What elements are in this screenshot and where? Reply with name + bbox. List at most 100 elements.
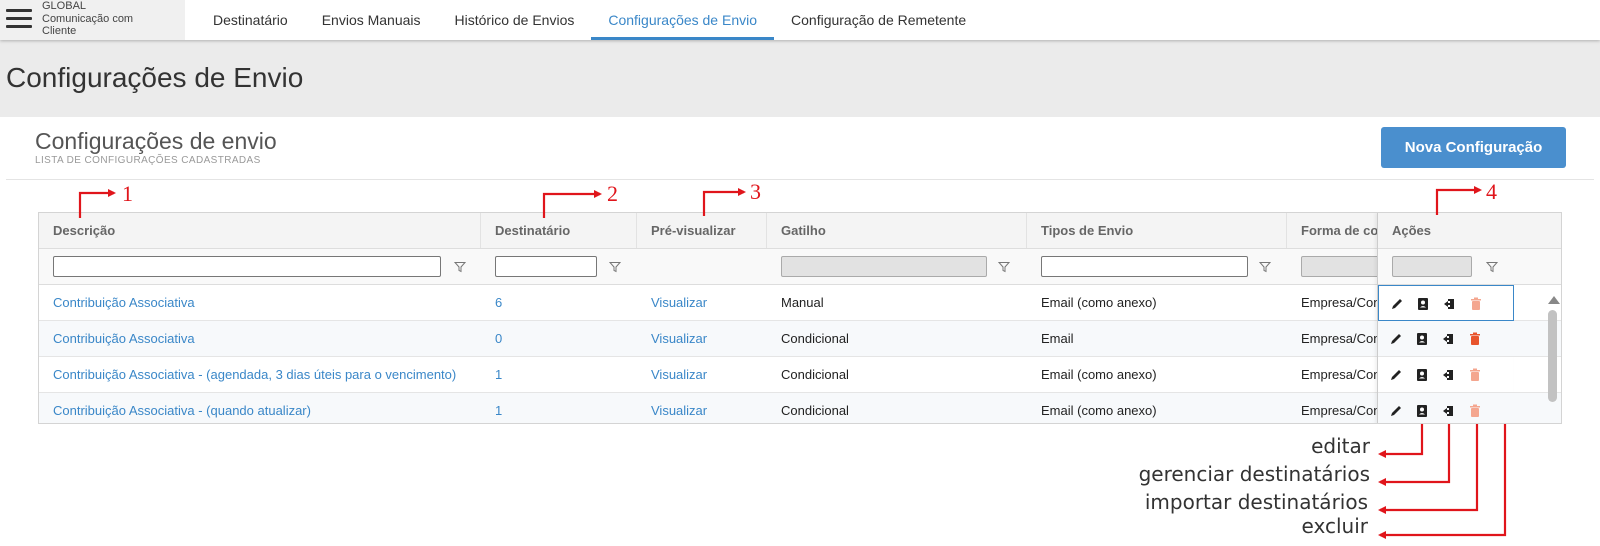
filter-acoes-funnel-icon[interactable] [1486, 261, 1498, 273]
filter-descricao-funnel-icon[interactable] [454, 261, 466, 273]
grid-header-row: Descrição Destinatário Pré-visualizar Ga… [39, 213, 1561, 249]
column-header-tipos-envio[interactable]: Tipos de Envio [1027, 213, 1287, 248]
table-row[interactable]: Contribuição Associativa - (quando atual… [39, 393, 1561, 423]
cell-gatilho: Condicional [781, 331, 849, 346]
filter-acoes-input[interactable] [1392, 256, 1472, 277]
nav-item-configuracoes-envio[interactable]: Configurações de Envio [591, 0, 775, 40]
page-title: Configurações de Envio [6, 62, 304, 93]
filter-tipos-funnel-icon[interactable] [1259, 261, 1271, 273]
cell-gatilho: Manual [781, 295, 824, 310]
cell-forma: Empresa/Con [1301, 367, 1381, 382]
legend-gerenciar-destinatarios: gerenciar destinatários [1138, 462, 1370, 486]
cell-tipos-envio: Email [1041, 331, 1074, 346]
actions-column: Ações [1377, 213, 1514, 423]
nav-item-historico[interactable]: Histórico de Envios [438, 0, 592, 40]
vertical-scrollbar-thumb[interactable] [1548, 310, 1557, 402]
annotation-number-4: 4 [1486, 179, 1497, 204]
edit-pencil-icon[interactable] [1389, 332, 1403, 346]
cell-destinatario[interactable]: 1 [481, 393, 637, 423]
cell-gatilho: Condicional [781, 403, 849, 418]
cell-forma: Empresa/Con [1301, 331, 1381, 346]
legend-editar: editar [1311, 434, 1370, 458]
manage-recipients-icon[interactable] [1415, 404, 1429, 418]
table-row[interactable]: Contribuição Associativa - (agendada, 3 … [39, 357, 1561, 393]
cell-destinatario[interactable]: 0 [481, 321, 637, 356]
action-row [1378, 357, 1514, 393]
annotation-number-1: 1 [122, 181, 133, 206]
cell-forma: Empresa/Con [1301, 403, 1381, 418]
column-header-forma[interactable]: Forma de co [1287, 213, 1387, 248]
column-header-gatilho[interactable]: Gatilho [767, 213, 1027, 248]
edit-pencil-icon[interactable] [1390, 297, 1404, 311]
nav-item-envios-manuais[interactable]: Envios Manuais [305, 0, 438, 40]
filter-tipos-input[interactable] [1041, 256, 1248, 277]
actions-filter [1378, 249, 1514, 285]
delete-trash-icon[interactable] [1468, 332, 1482, 346]
cell-descricao[interactable]: Contribuição Associativa [39, 285, 481, 320]
import-recipients-icon[interactable] [1442, 332, 1456, 346]
card-subtitle: LISTA DE CONFIGURAÇÕES CADASTRADAS [35, 155, 261, 166]
nav-item-configuracao-remetente[interactable]: Configuração de Remetente [774, 0, 983, 40]
cell-gatilho: Condicional [781, 367, 849, 382]
delete-trash-icon[interactable] [1468, 368, 1482, 382]
manage-recipients-icon[interactable] [1415, 368, 1429, 382]
annotation-number-2: 2 [607, 181, 618, 206]
manage-recipients-icon[interactable] [1415, 332, 1429, 346]
table-row[interactable]: Contribuição Associativa 0 Visualizar Co… [39, 321, 1561, 357]
scroll-up-arrow-icon[interactable] [1548, 296, 1560, 304]
column-header-descricao[interactable]: Descrição [39, 213, 481, 248]
cell-tipos-envio: Email (como anexo) [1041, 403, 1157, 418]
new-configuration-button[interactable]: Nova Configuração [1381, 127, 1566, 168]
filter-forma-input[interactable] [1301, 256, 1381, 277]
cell-descricao[interactable]: Contribuição Associativa - (quando atual… [39, 393, 481, 423]
nav-item-destinatario[interactable]: Destinatário [196, 0, 305, 40]
column-header-acoes: Ações [1378, 213, 1514, 249]
brand-line-1: GLOBAL [42, 0, 87, 12]
action-row [1378, 393, 1514, 423]
column-header-previsualizar[interactable]: Pré-visualizar [637, 213, 767, 248]
cell-destinatario[interactable]: 1 [481, 357, 637, 392]
action-row [1378, 321, 1514, 357]
card-header: Configurações de envio LISTA DE CONFIGUR… [6, 117, 1594, 180]
import-recipients-icon[interactable] [1442, 368, 1456, 382]
cell-visualizar-link[interactable]: Visualizar [637, 321, 767, 356]
import-recipients-icon[interactable] [1442, 404, 1456, 418]
legend-arrow-importar [1378, 424, 1479, 514]
delete-trash-icon[interactable] [1469, 297, 1483, 311]
cell-tipos-envio: Email (como anexo) [1041, 367, 1157, 382]
brand-line-3: Cliente [42, 25, 77, 37]
column-header-destinatario[interactable]: Destinatário [481, 213, 637, 248]
cell-descricao[interactable]: Contribuição Associativa [39, 321, 481, 356]
table-row[interactable]: Contribuição Associativa 6 Visualizar Ma… [39, 285, 1561, 321]
main-nav: Destinatário Envios Manuais Histórico de… [196, 0, 983, 40]
filter-destinatario-input[interactable] [495, 256, 597, 277]
cell-destinatario[interactable]: 6 [481, 285, 637, 320]
filter-destinatario-funnel-icon[interactable] [609, 261, 621, 273]
cell-visualizar-link[interactable]: Visualizar [637, 357, 767, 392]
cell-descricao[interactable]: Contribuição Associativa - (agendada, 3 … [39, 357, 481, 392]
top-bar: GLOBAL Comunicação com Cliente Destinatá… [0, 0, 1600, 40]
filter-descricao-input[interactable] [53, 256, 441, 277]
cell-visualizar-link[interactable]: Visualizar [637, 285, 767, 320]
hamburger-menu-icon[interactable] [6, 9, 32, 29]
annotation-number-3: 3 [750, 179, 761, 204]
filter-gatilho-input[interactable] [781, 256, 987, 277]
brand-name: GLOBAL Comunicação com Cliente [42, 0, 133, 38]
grid-filter-row [39, 249, 1561, 285]
cell-visualizar-link[interactable]: Visualizar [637, 393, 767, 423]
legend-arrow-gerenciar [1378, 424, 1451, 486]
card-title: Configurações de envio [35, 128, 277, 154]
brand-area: GLOBAL Comunicação com Cliente [0, 0, 185, 40]
legend-excluir: excluir [1301, 514, 1368, 538]
edit-pencil-icon[interactable] [1389, 404, 1403, 418]
edit-pencil-icon[interactable] [1389, 368, 1403, 382]
filter-gatilho-funnel-icon[interactable] [998, 261, 1010, 273]
manage-recipients-icon[interactable] [1416, 297, 1430, 311]
legend-arrow-excluir [1378, 424, 1507, 539]
legend-arrow-editar [1378, 424, 1424, 458]
cell-tipos-envio: Email (como anexo) [1041, 295, 1157, 310]
brand-line-2: Comunicação com [42, 12, 134, 25]
delete-trash-icon[interactable] [1468, 404, 1482, 418]
legend-importar-destinatarios: importar destinatários [1144, 490, 1368, 514]
import-recipients-icon[interactable] [1443, 297, 1457, 311]
